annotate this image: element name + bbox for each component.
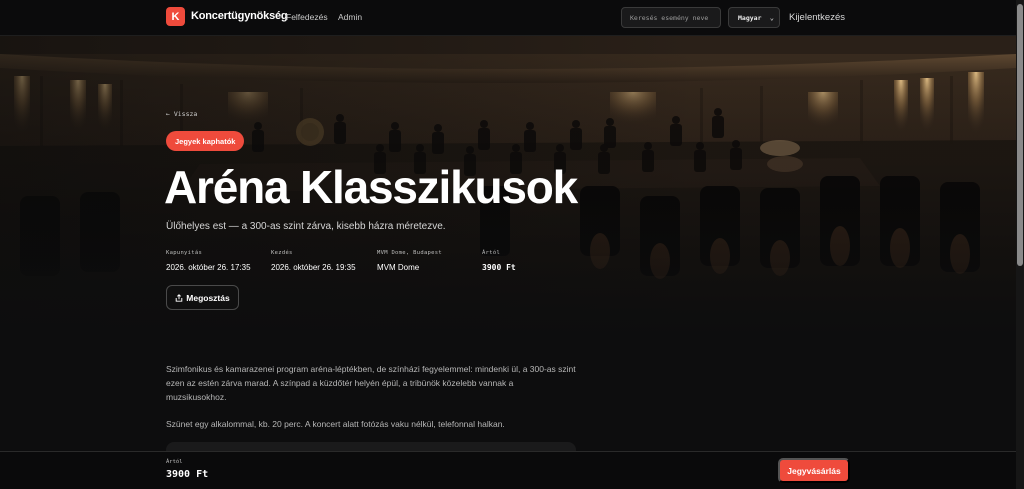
share-button-label: Megosztás	[186, 292, 230, 303]
meta-label: Kapunyitás	[166, 250, 203, 256]
back-link[interactable]: ← Vissza	[166, 110, 197, 118]
sticky-purchase-bar: Ártól 3900 Ft Jegyvásárlás	[0, 451, 1016, 489]
meta-label: MVM Dome, Budapest	[377, 250, 443, 256]
meta-value: MVM Dome	[377, 263, 420, 272]
brand-logo[interactable]: K	[166, 7, 185, 26]
chevron-down-icon: ⌄	[769, 14, 774, 22]
brand-name[interactable]: Koncertügynökség	[191, 10, 288, 22]
top-navbar: K Koncertügynökség Felfedezés Admin Magy…	[0, 0, 1016, 36]
app-frame: K Koncertügynökség Felfedezés Admin Magy…	[0, 0, 1024, 489]
logout-link[interactable]: Kijelentkezés	[789, 12, 845, 23]
meta-doors: Kapunyitás 2026. október 26. 17:35	[166, 250, 251, 272]
price-value: 3900 Ft	[166, 469, 209, 480]
event-title: Aréna Klasszikusok	[164, 161, 578, 213]
meta-value: 3900 Ft	[482, 263, 516, 272]
event-description-paragraph: Szimfonikus és kamarazenei program aréna…	[166, 364, 576, 402]
share-button[interactable]: Megosztás	[166, 285, 239, 310]
buy-tickets-button[interactable]: Jegyvásárlás	[778, 458, 850, 483]
meta-venue: MVM Dome, Budapest MVM Dome	[377, 250, 442, 272]
nav-link-explore[interactable]: Felfedezés	[286, 12, 328, 22]
event-subtitle: Ülőhelyes est — a 300-as szint zárva, ki…	[166, 221, 446, 232]
page-scrollbar[interactable]	[1016, 0, 1024, 489]
availability-badge: Jegyek kaphatók	[166, 131, 245, 151]
share-icon	[175, 293, 183, 302]
event-description-paragraph: Szünet egy alkalommal, kb. 20 perc. A ko…	[166, 419, 505, 429]
meta-value: 2026. október 26. 17:35	[166, 263, 251, 272]
language-select-value: Magyar	[738, 13, 762, 22]
meta-price: Ártól 3900 Ft	[482, 250, 516, 272]
meta-label: Ártól	[482, 250, 501, 256]
scrollbar-thumb[interactable]	[1017, 4, 1023, 266]
nav-link-admin[interactable]: Admin	[338, 12, 362, 22]
meta-label: Kezdés	[271, 250, 293, 256]
price-label: Ártól	[166, 459, 183, 465]
meta-start: Kezdés 2026. október 26. 19:35	[271, 250, 356, 272]
meta-value: 2026. október 26. 19:35	[271, 263, 356, 272]
search-input[interactable]	[621, 7, 721, 28]
language-select[interactable]: Magyar ⌄	[728, 7, 780, 28]
